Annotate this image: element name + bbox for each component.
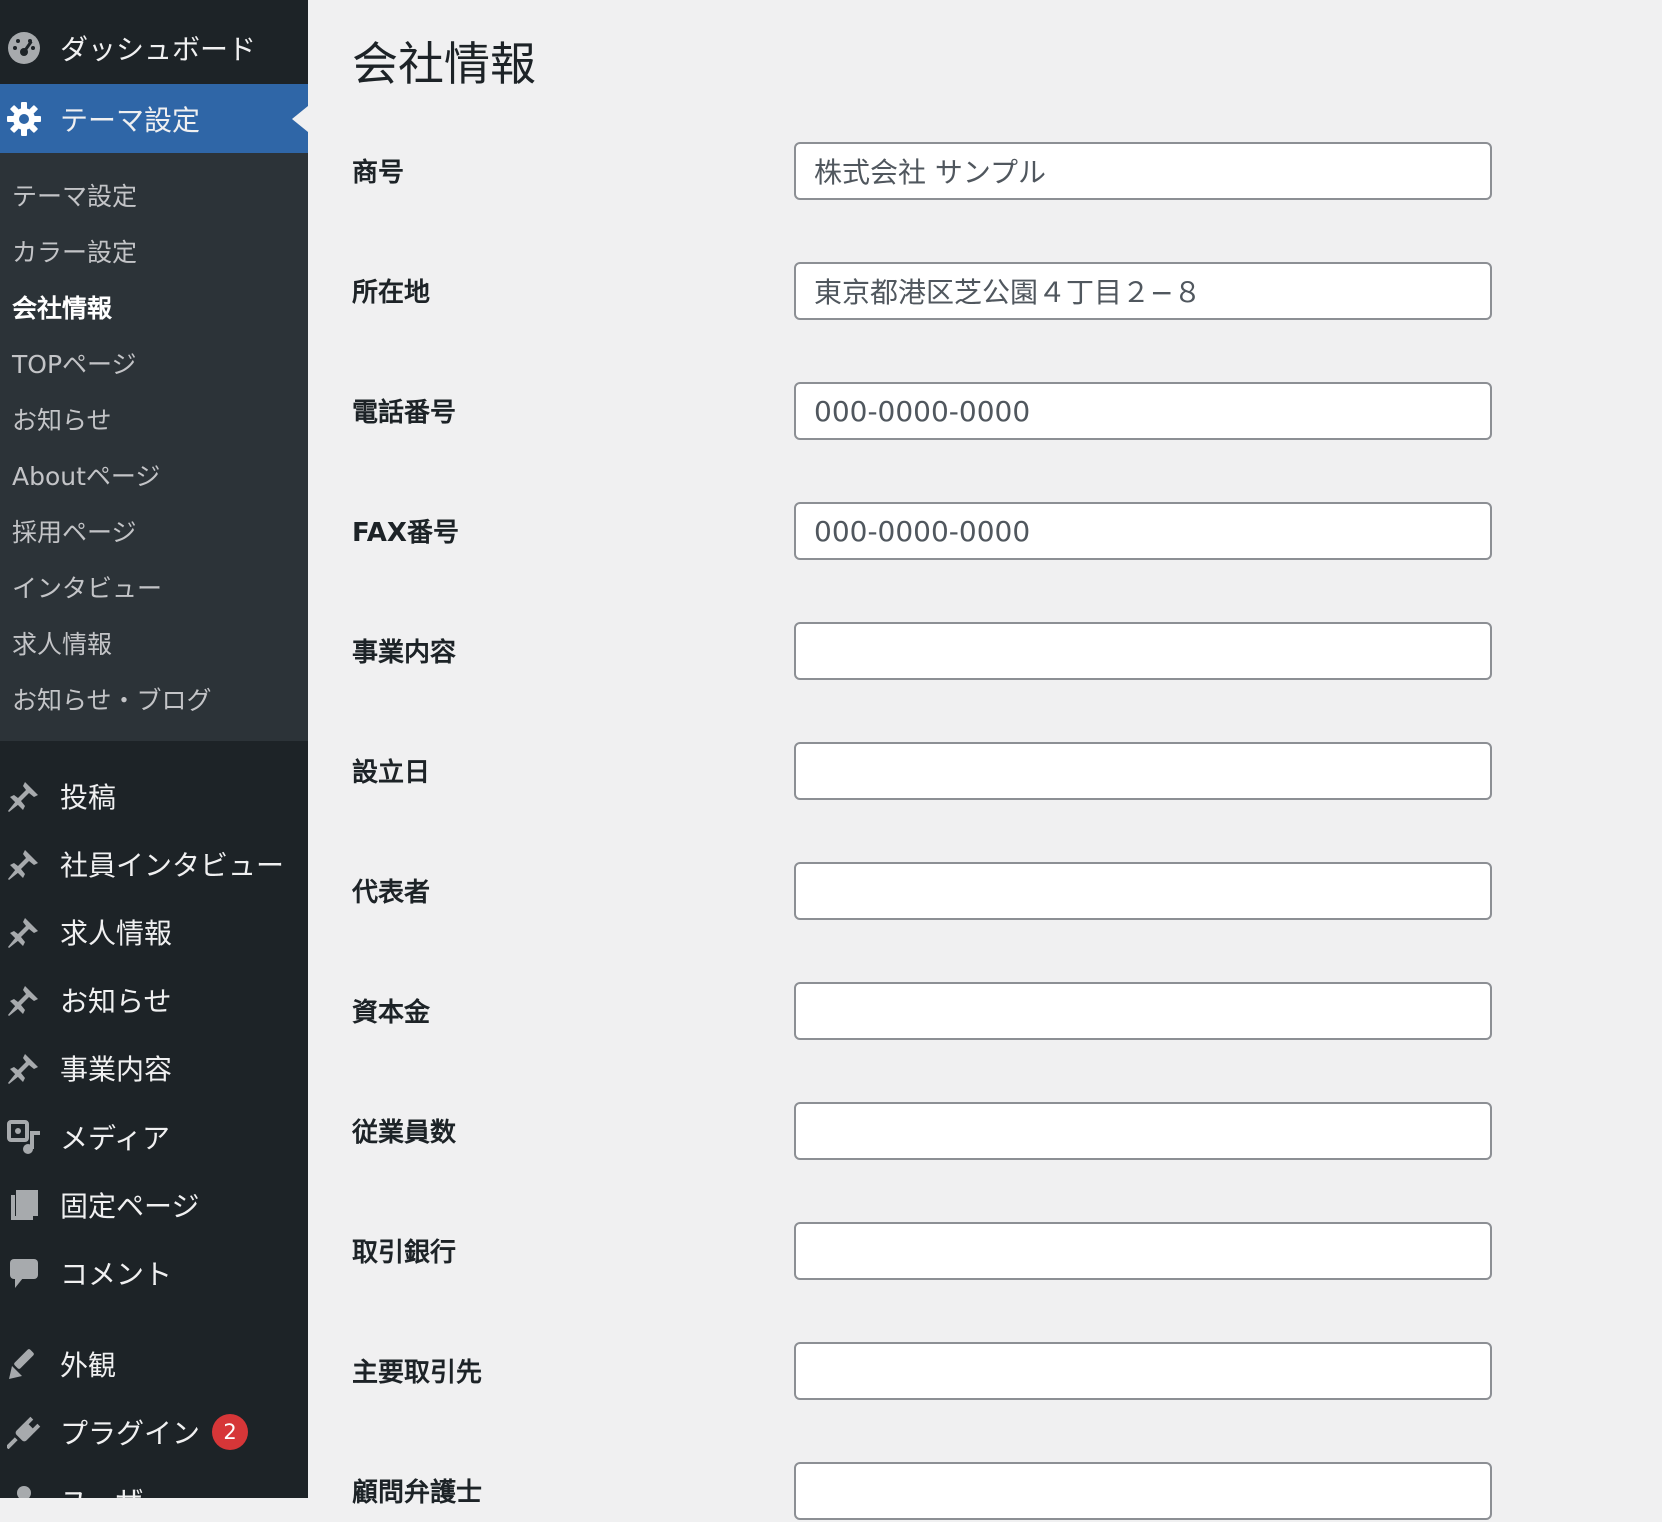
fax-input[interactable] xyxy=(794,502,1492,560)
field-label: 商号 xyxy=(352,158,405,188)
menu-label-business: 事業内容 xyxy=(60,1053,173,1086)
field-label: 顧問弁護士 xyxy=(352,1478,483,1508)
menu-label-theme-settings: テーマ設定 xyxy=(60,103,201,137)
pushpin-icon xyxy=(0,908,48,956)
update-count-badge: 2 xyxy=(212,1414,249,1450)
submenu-news[interactable]: お知らせ xyxy=(12,401,112,437)
gauge-icon xyxy=(0,24,48,72)
submenu-recruit-page[interactable]: 採用ページ xyxy=(12,513,137,549)
menu-item-media[interactable]: メディア xyxy=(0,1107,308,1167)
representative-input[interactable] xyxy=(794,862,1492,920)
field-label: 資本金 xyxy=(352,998,431,1028)
submenu-company-info[interactable]: 会社情報 xyxy=(12,289,112,325)
pushpin-icon xyxy=(0,840,48,888)
main-content: 会社情報 商号 所在地 電話番号 FAX番号 事業内容 設立日 代表者 資本金 … xyxy=(308,0,1662,1520)
pushpin-icon xyxy=(0,976,48,1024)
menu-label-job-info: 求人情報 xyxy=(60,917,173,950)
menu-item-posts[interactable]: 投稿 xyxy=(0,766,308,826)
menu-item-plugins[interactable]: プラグイン 2 xyxy=(0,1402,308,1462)
field-label: FAX番号 xyxy=(352,518,459,548)
menu-label-news: お知らせ xyxy=(60,985,172,1018)
address-input[interactable] xyxy=(794,262,1492,320)
menu-item-business[interactable]: 事業内容 xyxy=(0,1038,308,1098)
phone-input[interactable] xyxy=(794,382,1492,440)
employee-count-input[interactable] xyxy=(794,1102,1492,1160)
menu-label-users: ユーザー xyxy=(60,1480,171,1498)
field-row-established: 設立日 xyxy=(308,742,1662,802)
field-label: 主要取引先 xyxy=(352,1358,483,1388)
capital-input[interactable] xyxy=(794,982,1492,1040)
field-row-clients: 主要取引先 xyxy=(308,1342,1662,1402)
bank-input[interactable] xyxy=(794,1222,1492,1280)
field-row-representative: 代表者 xyxy=(308,862,1662,922)
submenu-top-page[interactable]: TOPページ xyxy=(12,345,137,381)
theme-submenu: テーマ設定 カラー設定 会社情報 TOPページ お知らせ Aboutページ 採用… xyxy=(0,153,308,741)
field-row-lawyer: 顧問弁護士 xyxy=(308,1462,1662,1522)
plug-icon xyxy=(0,1408,48,1456)
menu-label-dashboard: ダッシュボード xyxy=(60,33,257,66)
field-label: 従業員数 xyxy=(352,1118,457,1148)
submenu-about-page[interactable]: Aboutページ xyxy=(12,457,160,493)
field-row-trade-name: 商号 xyxy=(308,142,1662,202)
submenu-color-settings[interactable]: カラー設定 xyxy=(12,233,137,269)
menu-item-news[interactable]: お知らせ xyxy=(0,970,308,1030)
menu-item-pages[interactable]: 固定ページ xyxy=(0,1175,308,1235)
submenu-news-blog[interactable]: お知らせ・ブログ xyxy=(12,681,212,717)
admin-sidebar: ダッシュボード テーマ設定 テーマ設定 カラー設定 会社情報 TOPページ お知… xyxy=(0,0,308,1498)
field-row-bank: 取引銀行 xyxy=(308,1222,1662,1282)
pages-icon xyxy=(0,1181,48,1229)
field-row-phone: 電話番号 xyxy=(308,382,1662,442)
field-row-capital: 資本金 xyxy=(308,982,1662,1042)
menu-item-theme-settings[interactable]: テーマ設定 xyxy=(0,84,308,153)
submenu-theme-settings[interactable]: テーマ設定 xyxy=(12,177,137,213)
field-row-fax: FAX番号 xyxy=(308,502,1662,562)
pushpin-icon xyxy=(0,1044,48,1092)
field-label: 設立日 xyxy=(352,758,431,788)
field-label: 代表者 xyxy=(352,878,431,908)
menu-item-users[interactable]: ユーザー xyxy=(0,1470,308,1498)
menu-item-dashboard[interactable]: ダッシュボード xyxy=(0,18,308,78)
menu-item-appearance[interactable]: 外観 xyxy=(0,1334,308,1394)
field-row-employees: 従業員数 xyxy=(308,1102,1662,1162)
page-title: 会社情報 xyxy=(352,37,536,91)
established-date-input[interactable] xyxy=(794,742,1492,800)
media-icon xyxy=(0,1113,48,1161)
menu-label-employee-interview: 社員インタビュー xyxy=(60,849,285,882)
business-input[interactable] xyxy=(794,622,1492,680)
field-label: 所在地 xyxy=(352,278,431,308)
menu-item-job-info[interactable]: 求人情報 xyxy=(0,902,308,962)
user-icon xyxy=(0,1476,48,1498)
submenu-job-info[interactable]: 求人情報 xyxy=(12,625,112,661)
gear-icon xyxy=(0,95,48,143)
menu-item-comments[interactable]: コメント xyxy=(0,1243,308,1303)
menu-label-comments: コメント xyxy=(60,1258,173,1291)
lawyer-input[interactable] xyxy=(794,1462,1492,1520)
field-row-address: 所在地 xyxy=(308,262,1662,322)
menu-label-media: メディア xyxy=(60,1122,171,1155)
comment-icon xyxy=(0,1249,48,1297)
field-label: 電話番号 xyxy=(352,398,457,428)
field-label: 取引銀行 xyxy=(352,1238,457,1268)
menu-label-pages: 固定ページ xyxy=(60,1190,200,1223)
menu-item-employee-interview[interactable]: 社員インタビュー xyxy=(0,834,308,894)
main-clients-input[interactable] xyxy=(794,1342,1492,1400)
menu-label-appearance: 外観 xyxy=(60,1349,117,1382)
pushpin-icon xyxy=(0,772,48,820)
field-label: 事業内容 xyxy=(352,638,457,668)
trade-name-input[interactable] xyxy=(794,142,1492,200)
field-row-business: 事業内容 xyxy=(308,622,1662,682)
menu-label-posts: 投稿 xyxy=(60,781,117,814)
menu-label-plugins: プラグイン xyxy=(60,1417,201,1450)
brush-icon xyxy=(0,1340,48,1388)
submenu-interview[interactable]: インタビュー xyxy=(12,569,162,605)
